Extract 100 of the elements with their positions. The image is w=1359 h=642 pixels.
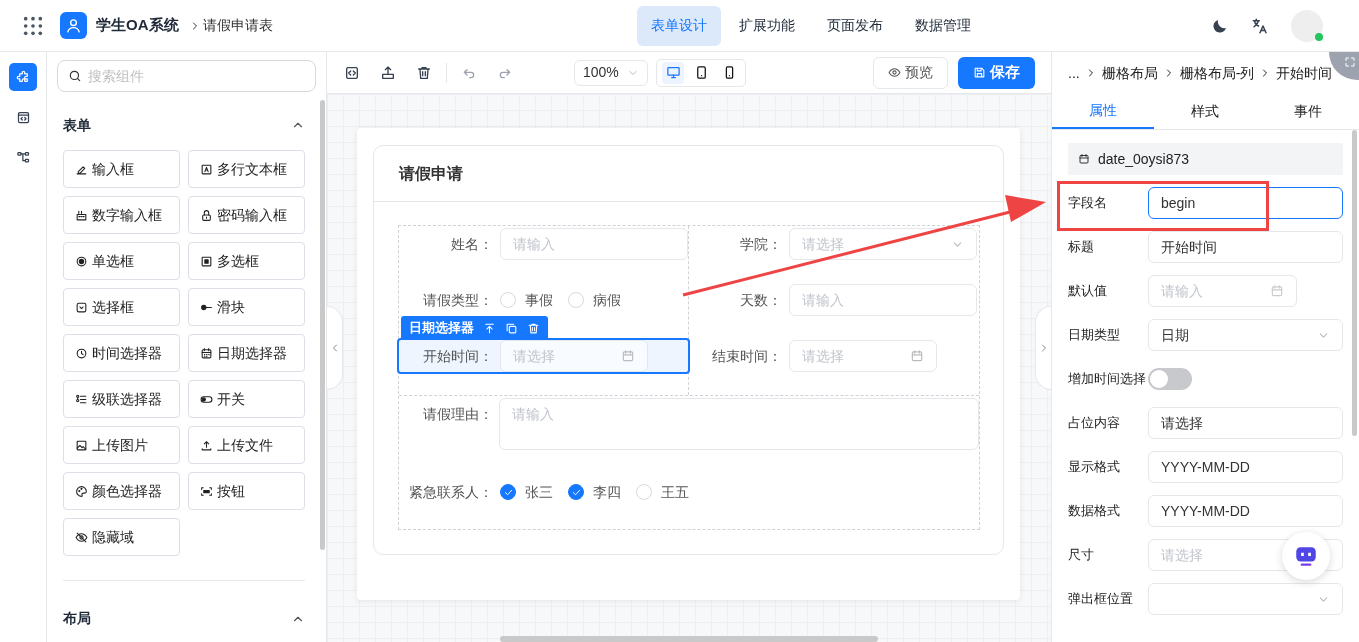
component-button[interactable]: 输入框 — [63, 150, 180, 188]
toggle-switch[interactable] — [1148, 368, 1192, 390]
field-label: 请假理由： — [422, 405, 493, 424]
property-label: 标题 — [1068, 238, 1095, 257]
form-field[interactable]: 请假类型： 事假 病假 — [399, 284, 688, 316]
component-button[interactable]: 上传文件 — [188, 426, 305, 464]
avatar[interactable] — [1291, 9, 1323, 42]
property-label: 数据格式 — [1068, 502, 1121, 521]
component-button[interactable]: 密码输入框 — [188, 196, 305, 234]
component-button[interactable]: 单选框 — [63, 242, 180, 280]
export-icon[interactable] — [380, 64, 396, 81]
component-button[interactable]: 多选框 — [188, 242, 305, 280]
fullscreen-icon — [1344, 56, 1356, 68]
text-box-icon — [200, 162, 213, 176]
page-title: 请假申请表 — [202, 16, 273, 35]
component-button[interactable]: 级联选择器 — [63, 380, 180, 418]
breadcrumb-item[interactable]: ... — [1068, 62, 1080, 84]
radio-button[interactable] — [500, 292, 516, 308]
desktop-icon — [665, 65, 681, 80]
checkbox-icon — [200, 254, 213, 268]
field-label: 天数： — [739, 290, 782, 310]
code-icon[interactable] — [344, 64, 360, 81]
apps-icon[interactable] — [22, 14, 44, 37]
tree-icon — [15, 149, 31, 165]
component-button[interactable]: 多行文本框 — [188, 150, 305, 188]
form-field[interactable]: 学院： 请选择 — [689, 228, 979, 260]
form-field[interactable]: 请假理由： 请输入 — [399, 398, 979, 450]
form-field[interactable]: 天数： 请输入 — [689, 284, 979, 316]
trash-icon[interactable] — [416, 64, 432, 81]
collapse-handle[interactable] — [327, 306, 343, 390]
upload-icon — [200, 438, 213, 452]
field-label: 姓名： — [450, 234, 493, 254]
checkbox[interactable] — [568, 484, 584, 500]
property-label: 字段名 — [1068, 194, 1108, 213]
expand-button[interactable] — [1329, 52, 1359, 80]
select-field[interactable]: 日期 — [1148, 319, 1343, 351]
panel-tab[interactable]: 属性 — [1052, 94, 1155, 129]
chat-bot-button[interactable] — [1282, 532, 1330, 580]
checkbox[interactable] — [500, 484, 516, 500]
input-field[interactable]: 请选择 — [1148, 407, 1343, 439]
calendar-icon — [621, 349, 635, 363]
breadcrumb-item[interactable]: 开始时间 — [1276, 62, 1333, 84]
nav-tab[interactable]: 扩展功能 — [724, 5, 809, 46]
palette-icon — [75, 484, 88, 498]
preview-button[interactable]: 预览 — [873, 56, 948, 89]
panel-tab[interactable]: 样式 — [1154, 94, 1257, 129]
scan-icon — [200, 484, 213, 498]
device-switch[interactable] — [656, 58, 746, 87]
breadcrumb-item[interactable]: 栅格布局 — [1101, 62, 1158, 84]
select-field[interactable] — [1148, 583, 1343, 615]
calendar-icon — [200, 346, 213, 360]
code-window-icon — [15, 109, 31, 125]
image-icon — [75, 438, 88, 452]
dropdown-icon — [75, 300, 88, 314]
group-title: 表单 — [63, 115, 91, 135]
number-box-icon — [75, 208, 88, 222]
copy-icon[interactable] — [505, 321, 518, 335]
save-button[interactable]: 保存 — [958, 56, 1035, 89]
nav-tab[interactable]: 页面发布 — [812, 5, 897, 46]
scrollbar[interactable] — [1352, 130, 1357, 436]
collapse-handle[interactable] — [1035, 306, 1051, 390]
save-icon — [973, 66, 986, 79]
option-label: 李四 — [593, 482, 621, 502]
calendar-icon — [1270, 284, 1284, 298]
breadcrumb-item[interactable]: 栅格布局-列 — [1179, 62, 1255, 84]
component-button[interactable]: 日期选择器 — [188, 334, 305, 372]
panel-tab[interactable]: 事件 — [1256, 94, 1359, 129]
component-button[interactable]: 数字输入框 — [63, 196, 180, 234]
component-button[interactable]: 隐藏域 — [63, 518, 180, 556]
form-field[interactable]: 结束时间： 请选择 — [689, 340, 979, 372]
translate-icon[interactable] — [1251, 16, 1269, 35]
radio-button[interactable] — [568, 292, 584, 308]
component-button[interactable]: 按钮 — [188, 472, 305, 510]
property-label: 日期类型 — [1068, 326, 1121, 345]
input-field[interactable]: begin — [1148, 187, 1343, 219]
component-button[interactable]: 选择框 — [63, 288, 180, 326]
component-button[interactable]: 颜色选择器 — [63, 472, 180, 510]
zoom-select[interactable]: 100% — [574, 59, 648, 86]
input-field[interactable]: YYYY-MM-DD — [1148, 495, 1343, 527]
calendar-icon — [1078, 153, 1090, 165]
component-button[interactable]: 上传图片 — [63, 426, 180, 464]
component-button[interactable]: 滑块 — [188, 288, 305, 326]
component-button[interactable]: 开关 — [188, 380, 305, 418]
scrollbar[interactable] — [500, 636, 878, 642]
form-field[interactable]: 姓名： 请输入 — [399, 228, 688, 260]
input-field[interactable]: 开始时间 — [1148, 231, 1343, 263]
nav-tab[interactable]: 表单设计 — [636, 5, 721, 46]
field-label: 请假类型： — [422, 290, 493, 310]
zoom-value: 100% — [583, 63, 619, 82]
list-icon — [75, 392, 88, 406]
input-field[interactable]: YYYY-MM-DD — [1148, 451, 1343, 483]
nav-tab[interactable]: 数据管理 — [900, 5, 985, 46]
form-field[interactable]: 紧急联系人： 张三 李四 王五 — [399, 476, 979, 508]
component-button[interactable]: 时间选择器 — [63, 334, 180, 372]
property-label: 增加时间选择 — [1068, 370, 1147, 389]
option-label: 张三 — [525, 482, 553, 502]
scrollbar[interactable] — [320, 100, 325, 550]
arrow-up-icon[interactable] — [483, 321, 496, 335]
app-name: 学生OA系统 — [96, 15, 179, 36]
field-type-label: 日期选择器 — [409, 319, 474, 338]
